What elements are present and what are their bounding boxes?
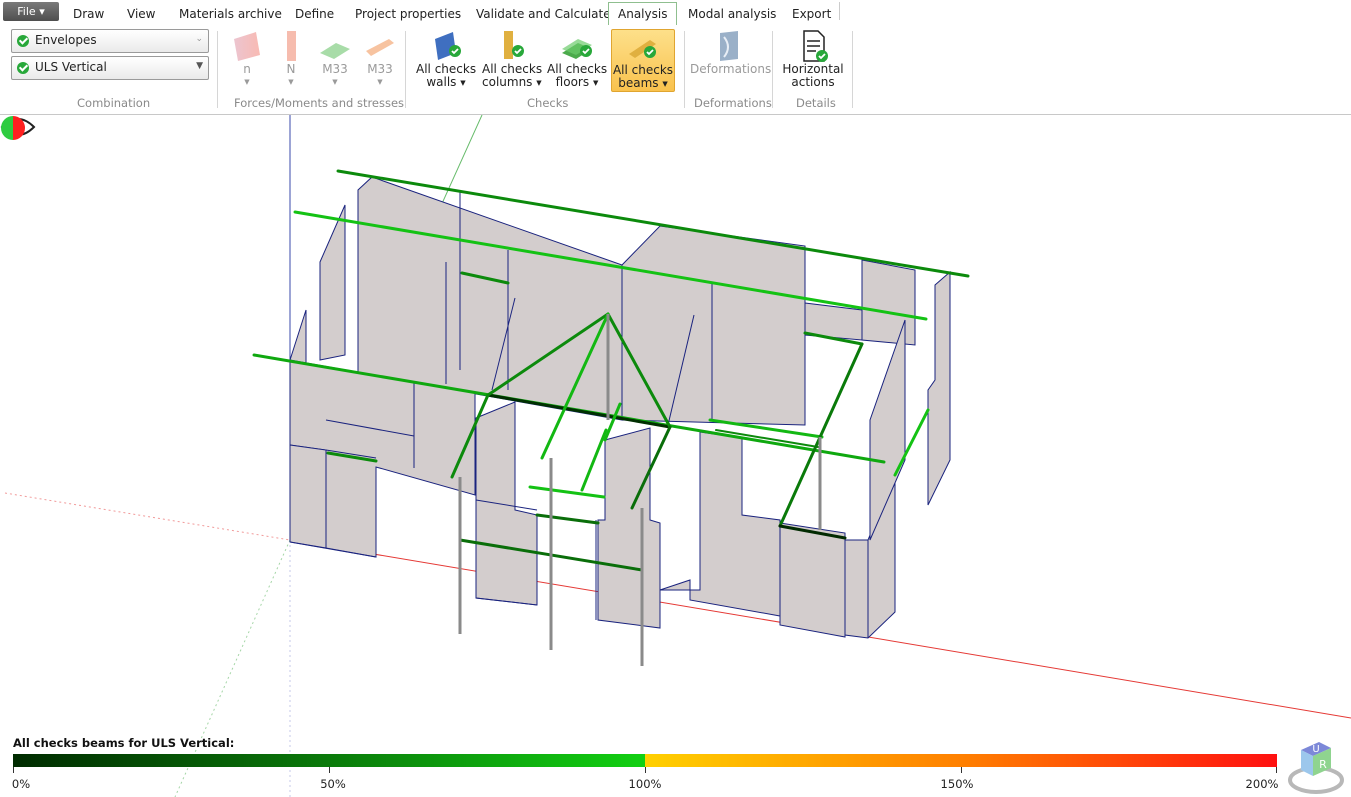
group-label-checks: Checks	[527, 96, 569, 110]
deformations-button[interactable]: Deformations	[690, 29, 772, 92]
forces-m33-floor-button[interactable]: M33 ▼	[314, 29, 356, 92]
column-stress-icon	[287, 31, 296, 61]
check-icon	[17, 35, 29, 47]
all-checks-floors-button[interactable]: All checks floors ▼	[547, 29, 607, 92]
forces-m33-floor-label: M33	[322, 62, 348, 76]
tab-materials-archive[interactable]: Materials archive	[179, 5, 282, 24]
tab-analysis[interactable]: Analysis	[608, 2, 678, 27]
tab-separator	[839, 2, 840, 20]
forces-m33-beam-button[interactable]: M33 ▼	[360, 29, 400, 92]
chevron-down-icon: ▼	[592, 79, 599, 87]
tab-validate-and-calculate[interactable]: Validate and Calculate	[476, 5, 611, 24]
beam-moment-icon	[366, 39, 394, 56]
horizontal-actions-button[interactable]: Horizontal actions	[780, 29, 846, 92]
all-checks-beams-line2: beams	[618, 76, 659, 90]
legend-tick	[329, 767, 330, 773]
legend-tick-label: 200%	[1245, 777, 1279, 791]
group-separator	[405, 31, 406, 108]
all-checks-beams-button[interactable]: All checks beams ▼	[611, 29, 675, 92]
beam-check-icon	[629, 40, 656, 58]
check-icon	[17, 62, 29, 74]
forces-n-button[interactable]: n ▼	[228, 29, 266, 92]
legend-title: All checks beams for ULS Vertical:	[13, 736, 235, 750]
tab-modal-analysis[interactable]: Modal analysis	[688, 5, 776, 24]
legend-tick-label: 50%	[320, 777, 346, 791]
document-check-icon	[803, 30, 828, 62]
navigation-cube[interactable]: U R	[1285, 738, 1347, 794]
tab-export[interactable]: Export	[792, 5, 831, 24]
file-label: File	[17, 5, 36, 18]
legend-tick	[961, 767, 962, 773]
group-separator	[684, 31, 685, 108]
all-checks-walls-button[interactable]: All checks walls ▼	[416, 29, 476, 92]
group-label-forces: Forces/Moments and stresses	[234, 96, 405, 110]
combination-dropdown-value: ULS Vertical	[35, 60, 107, 74]
structure-3d-view	[4, 115, 1351, 797]
tab-project-properties[interactable]: Project properties	[355, 5, 461, 24]
result-color-toggle-icon[interactable]	[0, 115, 26, 141]
beam	[535, 513, 600, 525]
forces-n-label: n	[243, 62, 251, 76]
group-separator	[772, 31, 773, 108]
model-viewport[interactable]	[0, 115, 1351, 797]
envelopes-dropdown-value: Envelopes	[35, 33, 97, 47]
chevron-down-icon: ▼	[332, 78, 338, 86]
floor-check-icon	[562, 39, 592, 59]
wall-check-icon	[435, 32, 461, 60]
legend-tick	[13, 767, 14, 773]
chevron-down-icon: ▼	[662, 80, 668, 88]
horizontal-actions-line2: actions	[791, 75, 835, 89]
beam	[528, 485, 606, 499]
menu-bar: File ▾ Draw View Materials archive Defin…	[0, 0, 1351, 27]
chevron-down-icon: ▼	[460, 79, 466, 87]
navcube-top-label: U	[1312, 744, 1319, 755]
all-checks-walls-line2: walls	[426, 75, 457, 89]
legend-tick	[645, 767, 646, 773]
beam	[580, 428, 608, 492]
legend-tick-label: 100%	[628, 777, 662, 791]
group-label-details: Details	[796, 96, 836, 110]
wall-stress-icon	[234, 32, 260, 61]
combination-dropdown[interactable]: ULS Vertical ▼	[11, 56, 209, 80]
legend-color-scale	[13, 754, 1277, 767]
all-checks-floors-line2: floors	[555, 75, 590, 89]
chevron-down-icon: ▼	[377, 78, 383, 86]
tab-draw[interactable]: Draw	[73, 5, 104, 24]
deformations-label: Deformations	[690, 62, 772, 76]
group-separator	[852, 31, 853, 108]
column-check-icon	[504, 31, 524, 59]
dropdown-arrow-icon: ▼	[196, 61, 203, 71]
group-label-deformations: Deformations	[694, 96, 772, 110]
chevron-down-icon: ▼	[288, 78, 294, 86]
ribbon: Envelopes ⌄ ULS Vertical ▼ Combination n…	[0, 25, 1351, 115]
group-label-combination: Combination	[77, 96, 151, 110]
tab-define[interactable]: Define	[295, 5, 334, 24]
legend-tick	[1276, 767, 1277, 773]
file-menu-button[interactable]: File ▾	[3, 2, 59, 21]
all-checks-columns-line2: columns	[482, 75, 533, 89]
floor-moment-icon	[320, 43, 350, 59]
forces-m33-beam-label: M33	[367, 62, 393, 76]
all-checks-columns-button[interactable]: All checks columns ▼	[482, 29, 542, 92]
chevron-down-icon: ▼	[244, 78, 250, 86]
legend-tick-label: 150%	[940, 777, 974, 791]
deformation-icon	[720, 31, 738, 61]
envelopes-dropdown[interactable]: Envelopes ⌄	[11, 29, 209, 53]
navcube-front-label: R	[1319, 758, 1327, 771]
chevron-down-icon: ▼	[536, 79, 542, 87]
forces-N-button[interactable]: N ▼	[274, 29, 308, 92]
tab-view[interactable]: View	[127, 5, 155, 24]
chevron-down-icon: ⌄	[195, 34, 203, 44]
group-separator	[217, 31, 218, 108]
legend-tick-label: 0%	[11, 777, 31, 791]
forces-N-label: N	[286, 62, 296, 76]
x-axis-negative	[4, 492, 291, 541]
chevron-down-icon: ▾	[39, 5, 45, 18]
